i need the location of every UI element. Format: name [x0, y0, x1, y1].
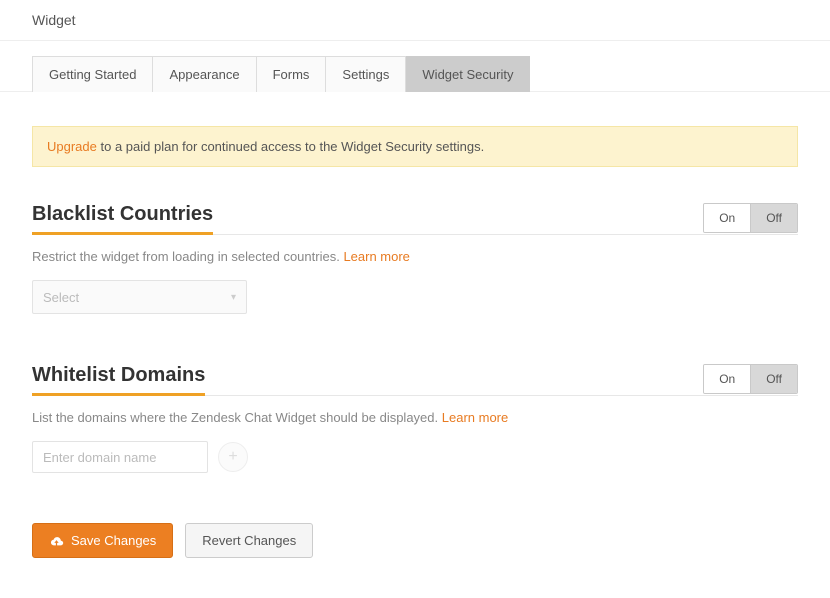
- add-domain-button[interactable]: +: [218, 442, 248, 472]
- domain-input[interactable]: [32, 441, 208, 473]
- blacklist-toggle-on[interactable]: On: [704, 204, 750, 232]
- revert-button[interactable]: Revert Changes: [185, 523, 313, 558]
- tab-getting-started[interactable]: Getting Started: [32, 56, 153, 92]
- tab-forms[interactable]: Forms: [257, 56, 327, 92]
- whitelist-toggle-off[interactable]: Off: [750, 365, 797, 393]
- tab-settings[interactable]: Settings: [326, 56, 406, 92]
- page-title: Widget: [0, 0, 830, 41]
- whitelist-desc-text: List the domains where the Zendesk Chat …: [32, 410, 442, 425]
- chevron-down-icon: ▾: [231, 292, 236, 303]
- blacklist-toggle[interactable]: On Off: [703, 203, 798, 233]
- plus-icon: +: [228, 449, 237, 465]
- whitelist-description: List the domains where the Zendesk Chat …: [32, 410, 798, 425]
- footer-buttons: Save Changes Revert Changes: [32, 523, 798, 558]
- tab-bar: Getting Started Appearance Forms Setting…: [32, 55, 798, 91]
- blacklist-desc-text: Restrict the widget from loading in sele…: [32, 249, 343, 264]
- whitelist-toggle-on[interactable]: On: [704, 365, 750, 393]
- revert-button-label: Revert Changes: [202, 533, 296, 548]
- blacklist-learn-more-link[interactable]: Learn more: [343, 249, 409, 264]
- section-whitelist: Whitelist Domains On Off List the domain…: [32, 364, 798, 473]
- whitelist-learn-more-link[interactable]: Learn more: [442, 410, 508, 425]
- blacklist-toggle-off[interactable]: Off: [750, 204, 797, 232]
- tab-widget-security[interactable]: Widget Security: [406, 56, 530, 92]
- section-blacklist: Blacklist Countries On Off Restrict the …: [32, 203, 798, 314]
- blacklist-description: Restrict the widget from loading in sele…: [32, 249, 798, 264]
- upgrade-link[interactable]: Upgrade: [47, 139, 97, 154]
- country-select-placeholder: Select: [43, 290, 79, 305]
- cloud-upload-icon: [49, 535, 64, 547]
- tab-appearance[interactable]: Appearance: [153, 56, 256, 92]
- save-button[interactable]: Save Changes: [32, 523, 173, 558]
- whitelist-title: Whitelist Domains: [32, 364, 205, 396]
- save-button-label: Save Changes: [71, 533, 156, 548]
- upgrade-notice-text: to a paid plan for continued access to t…: [97, 139, 484, 154]
- blacklist-title: Blacklist Countries: [32, 203, 213, 235]
- content-area: Upgrade to a paid plan for continued acc…: [0, 92, 830, 598]
- whitelist-toggle[interactable]: On Off: [703, 364, 798, 394]
- upgrade-notice: Upgrade to a paid plan for continued acc…: [32, 126, 798, 167]
- tabs-container: Getting Started Appearance Forms Setting…: [0, 55, 830, 92]
- country-select[interactable]: Select ▾: [32, 280, 247, 314]
